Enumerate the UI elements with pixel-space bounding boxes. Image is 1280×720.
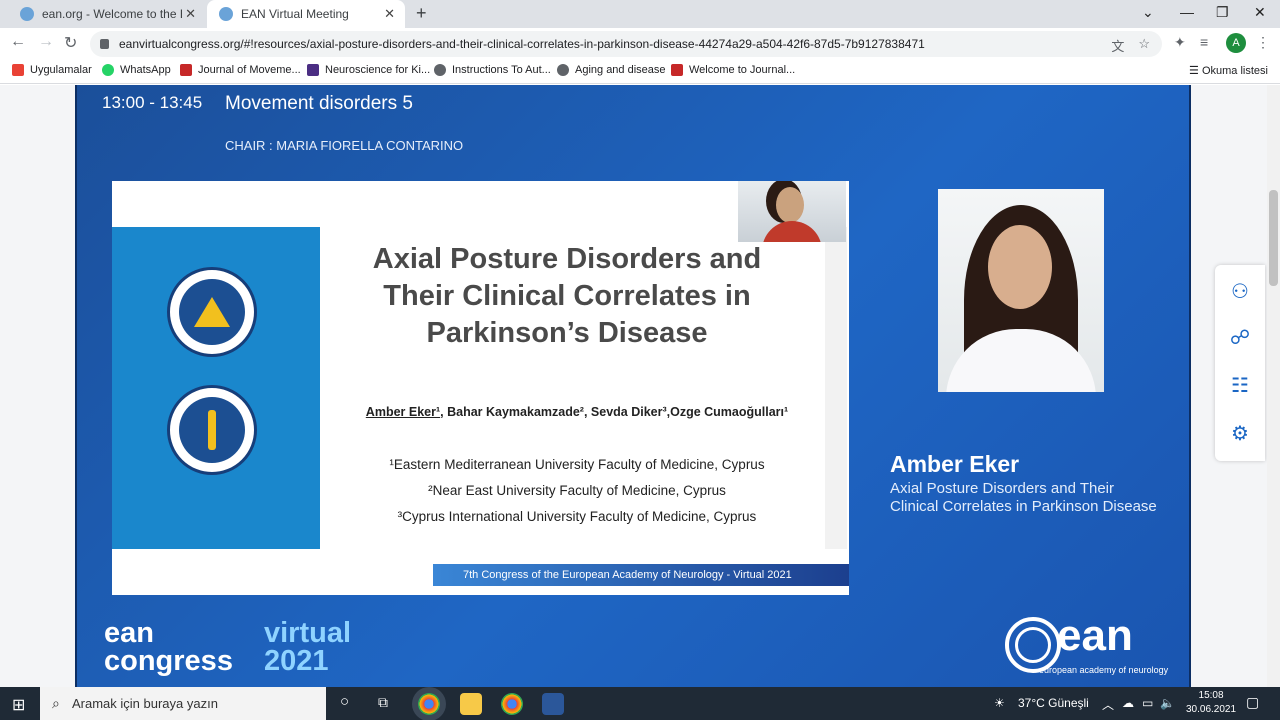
- tab-title: EAN Virtual Meeting: [241, 7, 349, 21]
- minimize-button[interactable]: —: [1180, 4, 1194, 20]
- translate-icon[interactable]: 文: [1111, 36, 1124, 55]
- video-stage: 13:00 - 13:45 Movement disorders 5 CHAIR…: [75, 85, 1191, 687]
- taskbar-search-box[interactable]: ⌕ Aramak için buraya yazın: [40, 687, 326, 720]
- weather-text[interactable]: 37°C Güneşli: [1018, 696, 1089, 710]
- notifications-icon[interactable]: ▢: [1246, 694, 1259, 711]
- speaker-name: Amber Eker: [890, 451, 1020, 477]
- close-tab-icon[interactable]: ✕: [384, 6, 395, 22]
- task-view-icon[interactable]: ⧉: [378, 694, 388, 711]
- file-explorer-icon[interactable]: [460, 693, 482, 715]
- slide-affiliation: ³Cyprus International University Faculty…: [397, 509, 757, 524]
- session-chair: CHAIR : MARIA FIORELLA CONTARINO: [225, 138, 464, 153]
- media-control-icon[interactable]: ≡: [1200, 34, 1208, 50]
- reading-list-button[interactable]: ☰ Okuma listesi: [1189, 64, 1268, 77]
- bookmarks-bar: Uygulamalar WhatsApp Journal of Moveme..…: [0, 60, 1280, 84]
- side-action-panel: ⚇ ☍ ☷ ⚙: [1215, 265, 1265, 461]
- slide-logo-panel: [112, 227, 320, 549]
- virtual-2021-logo: virtual 2021: [264, 617, 352, 677]
- close-tab-icon[interactable]: ✕: [185, 6, 196, 22]
- battery-icon[interactable]: ▭: [1142, 696, 1153, 710]
- whatsapp-icon: [102, 64, 114, 76]
- tab-title: ean.org - Welcome to the European: [42, 7, 182, 21]
- jpd-icon: [671, 64, 683, 76]
- bookmark-neuroscience-kids[interactable]: Neuroscience for Ki...: [307, 64, 430, 76]
- address-bar[interactable]: eanvirtualcongress.org/#!resources/axial…: [90, 31, 1162, 57]
- session-time: 13:00 - 13:45: [102, 93, 203, 112]
- taskbar-clock[interactable]: 15:08 30.06.2021: [1186, 689, 1236, 717]
- ean-logo: ean european academy of neurology: [1005, 611, 1175, 677]
- slide-affiliation: ¹Eastern Mediterranean University Facult…: [389, 457, 765, 472]
- session-title: Movement disorders 5: [225, 93, 413, 114]
- bookmark-star-icon[interactable]: ☆: [1138, 36, 1150, 55]
- scrollbar-thumb[interactable]: [1269, 190, 1278, 286]
- ean-favicon-icon: [219, 7, 233, 21]
- reading-list-icon: ☰: [1189, 65, 1202, 77]
- presenter-webcam-thumbnail: [738, 181, 846, 242]
- tray-chevron-icon[interactable]: ︿: [1102, 696, 1114, 713]
- globe-icon: [434, 64, 446, 76]
- lock-icon: [100, 39, 109, 49]
- bookmark-whatsapp[interactable]: WhatsApp: [102, 64, 171, 76]
- slide-title: Axial Posture Disorders and Their Clinic…: [372, 243, 762, 349]
- page-content: 13:00 - 13:45 Movement disorders 5 CHAIR…: [0, 85, 1280, 687]
- speaker-talk-title: Axial Posture Disorders and Their Clinic…: [890, 480, 1157, 515]
- menu-kebab-icon[interactable]: ⋮: [1256, 34, 1270, 51]
- back-button[interactable]: ←: [10, 33, 26, 51]
- tab-strip: ean.org - Welcome to the European ✕ EAN …: [0, 0, 1280, 28]
- slide-affiliation: ²Near East University Faculty of Medicin…: [428, 483, 726, 498]
- close-window-button[interactable]: ✕: [1254, 4, 1266, 21]
- reload-button[interactable]: ↻: [64, 33, 77, 53]
- windows-taskbar: ⊞ ⌕ Aramak için buraya yazın ○ ⧉ ☀ 37°C …: [0, 687, 1280, 720]
- university-seal-icon: [167, 267, 257, 357]
- weather-icon[interactable]: ☀: [994, 696, 1005, 710]
- chrome-profile-taskbar-icon[interactable]: [501, 693, 523, 715]
- onedrive-icon[interactable]: ☁: [1122, 696, 1134, 710]
- url-text: eanvirtualcongress.org/#!resources/axial…: [119, 37, 925, 51]
- bookmark-apps[interactable]: Uygulamalar: [12, 64, 92, 76]
- tab-ean-org[interactable]: ean.org - Welcome to the European ✕: [8, 0, 206, 28]
- tab-search-icon[interactable]: ⌄: [1142, 4, 1154, 21]
- agenda-icon[interactable]: ☷: [1225, 371, 1255, 401]
- speaker-photo: [938, 189, 1104, 392]
- chat-icon[interactable]: ☍: [1225, 323, 1255, 353]
- w-logo-icon: [307, 64, 319, 76]
- windows-start-icon[interactable]: ⊞: [12, 695, 25, 715]
- forward-button[interactable]: →: [38, 33, 54, 51]
- medical-faculty-seal-icon: [167, 385, 257, 475]
- bookmark-instructions[interactable]: Instructions To Aut...: [434, 64, 551, 76]
- globe-icon: [557, 64, 569, 76]
- ean-favicon-icon: [20, 7, 34, 21]
- slide-authors: Amber Eker¹, Bahar Kaymakamzade², Sevda …: [365, 405, 789, 419]
- taskbar-search-placeholder: Aramak için buraya yazın: [72, 696, 218, 711]
- profile-avatar[interactable]: A: [1226, 33, 1246, 53]
- bookmark-journal-movement[interactable]: Journal of Moveme...: [180, 64, 301, 76]
- participants-icon[interactable]: ⚇: [1225, 277, 1255, 307]
- browser-toolbar: ← → ↻ eanvirtualcongress.org/#!resources…: [0, 28, 1280, 60]
- cortana-icon[interactable]: ○: [340, 693, 349, 710]
- page-scrollbar[interactable]: [1267, 85, 1280, 687]
- settings-icon[interactable]: ⚙: [1225, 419, 1255, 449]
- chrome-taskbar-icon[interactable]: [418, 693, 440, 715]
- apps-grid-icon: [12, 64, 24, 76]
- extensions-icon[interactable]: ✦: [1174, 34, 1186, 51]
- maximize-button[interactable]: ❐: [1216, 4, 1229, 21]
- volume-icon[interactable]: 🔈: [1160, 696, 1175, 710]
- search-icon: ⌕: [52, 695, 60, 711]
- slide-footer: 7th Congress of the European Academy of …: [433, 564, 849, 586]
- jmd-icon: [180, 64, 192, 76]
- word-taskbar-icon[interactable]: [542, 693, 564, 715]
- tab-ean-virtual-meeting[interactable]: EAN Virtual Meeting ✕: [207, 0, 405, 28]
- bookmark-welcome-journal[interactable]: Welcome to Journal...: [671, 64, 795, 76]
- ean-congress-logo: ean congress: [104, 617, 233, 677]
- bookmark-aging-disease[interactable]: Aging and disease: [557, 64, 666, 76]
- presentation-slide: Axial Posture Disorders and Their Clinic…: [112, 181, 849, 595]
- new-tab-button[interactable]: +: [416, 3, 427, 24]
